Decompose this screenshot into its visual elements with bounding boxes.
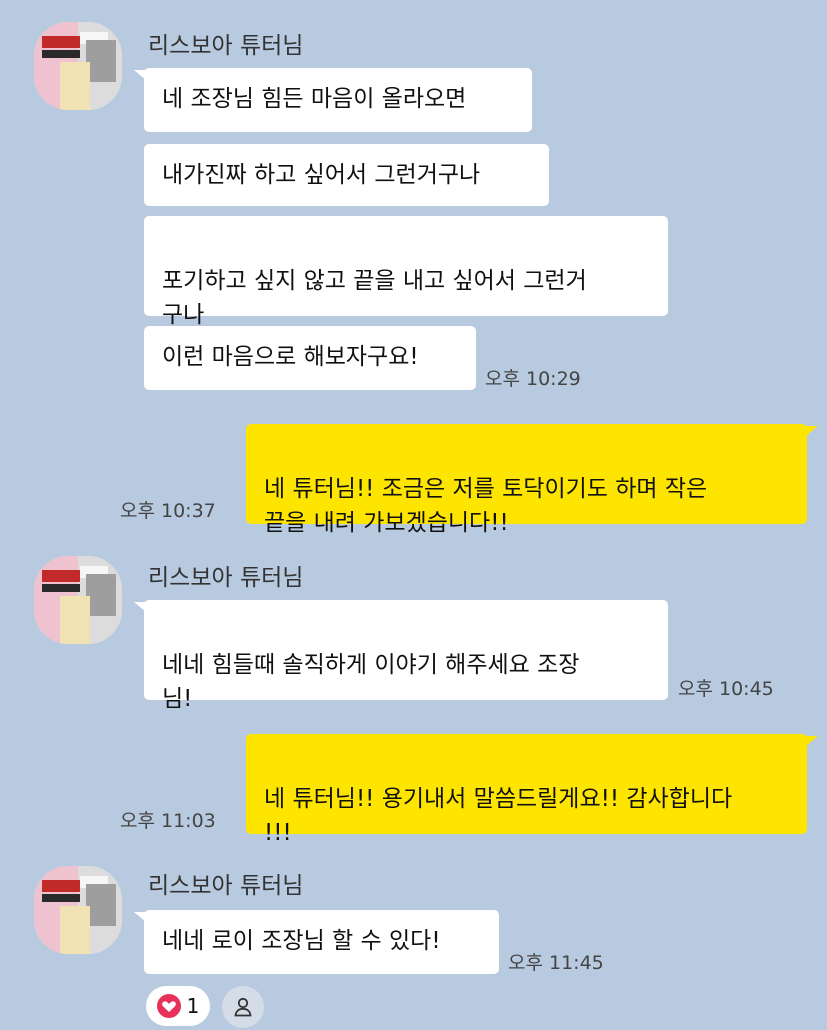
- message-text: 내가진짜 하고 싶어서 그런거구나: [162, 162, 481, 188]
- message-time: 오후 10:29: [485, 368, 581, 390]
- message-bubble[interactable]: 네 조장님 힘든 마음이 올라오면: [144, 68, 532, 132]
- message-bubble[interactable]: 포기하고 싶지 않고 끝을 내고 싶어서 그런거 구나: [144, 216, 668, 328]
- person-icon: [232, 996, 254, 1018]
- avatar[interactable]: [34, 866, 122, 954]
- reaction-badge[interactable]: 1: [146, 986, 210, 1026]
- message-time: 오후 10:45: [678, 678, 774, 700]
- message-bubble[interactable]: 네네 힘들때 솔직하게 이야기 해주세요 조장 님!: [144, 600, 668, 712]
- message-bubble[interactable]: 네네 로이 조장님 할 수 있다!: [144, 910, 499, 974]
- sender-name: 리스보아 튜터님: [148, 565, 304, 591]
- message-time: 오후 11:03: [120, 810, 216, 832]
- message-bubble[interactable]: 이런 마음으로 해보자구요!: [144, 326, 476, 390]
- message-bubble[interactable]: 내가진짜 하고 싶어서 그런거구나: [144, 144, 549, 206]
- sender-name: 리스보아 튜터님: [148, 873, 304, 899]
- message-time: 오후 11:45: [508, 952, 604, 974]
- reaction-count: 1: [186, 994, 200, 1018]
- avatar[interactable]: [34, 556, 122, 644]
- message-text: 네네 로이 조장님 할 수 있다!: [162, 928, 441, 954]
- message-time: 오후 10:37: [120, 500, 216, 522]
- sender-name: 리스보아 튜터님: [148, 33, 304, 59]
- message-text: 네 튜터님!! 용기내서 말씀드릴게요!! 감사합니다 !!!: [264, 786, 733, 846]
- message-text: 네 튜터님!! 조금은 저를 토닥이기도 하며 작은 끝을 내려 가보겠습니다!…: [264, 476, 708, 536]
- heart-icon: [156, 994, 181, 1018]
- outgoing-message-bubble[interactable]: 네 튜터님!! 조금은 저를 토닥이기도 하며 작은 끝을 내려 가보겠습니다!…: [246, 424, 807, 536]
- message-text: 포기하고 싶지 않고 끝을 내고 싶어서 그런거 구나: [162, 268, 587, 328]
- outgoing-message-bubble[interactable]: 네 튜터님!! 용기내서 말씀드릴게요!! 감사합니다 !!!: [246, 734, 807, 846]
- message-text: 네 조장님 힘든 마음이 올라오면: [162, 86, 467, 112]
- message-text: 네네 힘들때 솔직하게 이야기 해주세요 조장 님!: [162, 652, 580, 712]
- message-text: 이런 마음으로 해보자구요!: [162, 344, 419, 370]
- reaction-members-button[interactable]: [222, 986, 264, 1028]
- avatar[interactable]: [34, 22, 122, 110]
